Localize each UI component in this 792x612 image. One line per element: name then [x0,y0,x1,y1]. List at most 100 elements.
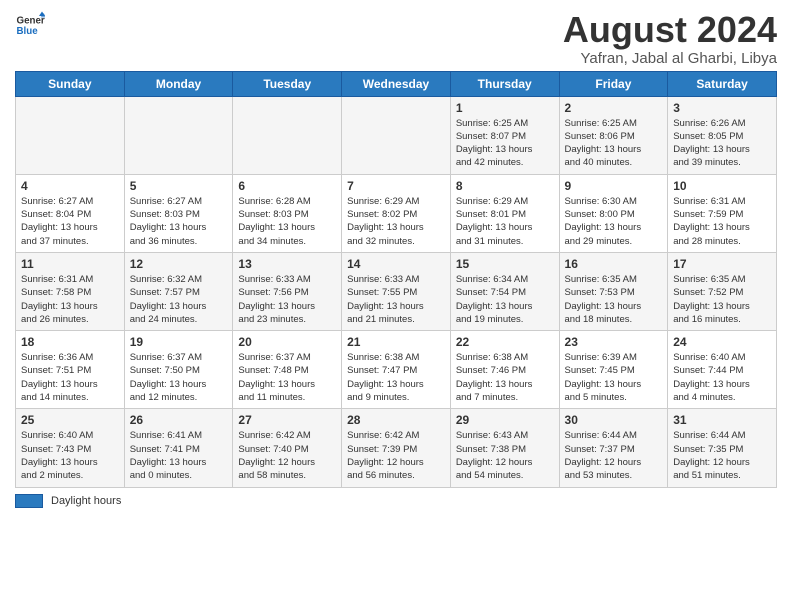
calendar-cell: 26 Sunrise: 6:41 AM Sunset: 7:41 PM Dayli… [124,409,233,487]
calendar-cell: 2 Sunrise: 6:25 AM Sunset: 8:06 PM Daylig… [559,96,668,174]
day-detail: Sunrise: 6:42 AM Sunset: 7:39 PM Dayligh… [347,429,445,482]
calendar-cell: 9 Sunrise: 6:30 AM Sunset: 8:00 PM Daylig… [559,174,668,252]
calendar-cell: 24Sunrise: 6:40 AM Sunset: 7:44 PM Dayli… [668,331,777,409]
calendar-cell: 6 Sunrise: 6:28 AM Sunset: 8:03 PM Daylig… [233,174,342,252]
day-detail: Sunrise: 6:38 AM Sunset: 7:47 PM Dayligh… [347,351,445,404]
day-number: 13 [238,257,336,271]
col-thursday: Thursday [450,71,559,96]
day-detail: Sunrise: 6:35 AM Sunset: 7:52 PM Dayligh… [673,273,771,326]
day-number: 2 [565,101,663,115]
day-number: 21 [347,335,445,349]
footer-label: Daylight hours [51,495,121,507]
main-title: August 2024 [563,10,777,50]
day-detail: Sunrise: 6:25 AM Sunset: 8:07 PM Dayligh… [456,117,554,170]
calendar-cell: 29Sunrise: 6:43 AM Sunset: 7:38 PM Dayli… [450,409,559,487]
calendar-cell: 25Sunrise: 6:40 AM Sunset: 7:43 PM Dayli… [16,409,125,487]
calendar-cell: 13 Sunrise: 6:33 AM Sunset: 7:56 PM Dayli… [233,252,342,330]
calendar-cell: 27Sunrise: 6:42 AM Sunset: 7:40 PM Dayli… [233,409,342,487]
day-number: 22 [456,335,554,349]
day-number: 19 [130,335,228,349]
day-detail: Sunrise: 6:27 AM Sunset: 8:03 PM Dayligh… [130,195,228,248]
page: General Blue August 2024 Yafran, Jabal a… [0,0,792,612]
calendar-week-3: 11Sunrise: 6:31 AM Sunset: 7:58 PM Dayli… [16,252,777,330]
calendar-cell: 10 Sunrise: 6:31 AM Sunset: 7:59 PM Dayli… [668,174,777,252]
calendar-week-1: 1 Sunrise: 6:25 AM Sunset: 8:07 PM Daylig… [16,96,777,174]
day-number: 23 [565,335,663,349]
header-row: Sunday Monday Tuesday Wednesday Thursday… [16,71,777,96]
col-wednesday: Wednesday [342,71,451,96]
calendar-cell: 31 Sunrise: 6:44 AM Sunset: 7:35 PM Dayli… [668,409,777,487]
calendar-week-4: 18Sunrise: 6:36 AM Sunset: 7:51 PM Dayli… [16,331,777,409]
day-number: 15 [456,257,554,271]
day-number: 10 [673,179,771,193]
day-detail: Sunrise: 6:33 AM Sunset: 7:55 PM Dayligh… [347,273,445,326]
day-number: 20 [238,335,336,349]
day-detail: Sunrise: 6:33 AM Sunset: 7:56 PM Dayligh… [238,273,336,326]
footer: Daylight hours [15,494,777,508]
day-detail: Sunrise: 6:29 AM Sunset: 8:02 PM Dayligh… [347,195,445,248]
calendar-cell: 11Sunrise: 6:31 AM Sunset: 7:58 PM Dayli… [16,252,125,330]
calendar-cell [16,96,125,174]
day-number: 28 [347,413,445,427]
day-detail: Sunrise: 6:40 AM Sunset: 7:43 PM Dayligh… [21,429,119,482]
daylight-swatch [15,494,43,508]
day-detail: Sunrise: 6:28 AM Sunset: 8:03 PM Dayligh… [238,195,336,248]
calendar-cell: 15 Sunrise: 6:34 AM Sunset: 7:54 PM Dayli… [450,252,559,330]
day-detail: Sunrise: 6:31 AM Sunset: 7:59 PM Dayligh… [673,195,771,248]
calendar-cell: 5 Sunrise: 6:27 AM Sunset: 8:03 PM Daylig… [124,174,233,252]
day-number: 3 [673,101,771,115]
logo-icon: General Blue [15,10,45,40]
calendar-cell: 3Sunrise: 6:26 AM Sunset: 8:05 PM Daylig… [668,96,777,174]
calendar-cell: 1 Sunrise: 6:25 AM Sunset: 8:07 PM Daylig… [450,96,559,174]
day-number: 5 [130,179,228,193]
calendar-cell: 22 Sunrise: 6:38 AM Sunset: 7:46 PM Dayli… [450,331,559,409]
calendar-cell [342,96,451,174]
day-detail: Sunrise: 6:34 AM Sunset: 7:54 PM Dayligh… [456,273,554,326]
calendar-week-5: 25Sunrise: 6:40 AM Sunset: 7:43 PM Dayli… [16,409,777,487]
calendar-week-2: 4Sunrise: 6:27 AM Sunset: 8:04 PM Daylig… [16,174,777,252]
calendar-cell: 16Sunrise: 6:35 AM Sunset: 7:53 PM Dayli… [559,252,668,330]
title-block: August 2024 Yafran, Jabal al Gharbi, Lib… [563,10,777,67]
calendar-cell: 21 Sunrise: 6:38 AM Sunset: 7:47 PM Dayli… [342,331,451,409]
day-number: 6 [238,179,336,193]
day-number: 18 [21,335,119,349]
header: General Blue August 2024 Yafran, Jabal a… [15,10,777,67]
day-number: 7 [347,179,445,193]
day-detail: Sunrise: 6:40 AM Sunset: 7:44 PM Dayligh… [673,351,771,404]
calendar-cell: 8 Sunrise: 6:29 AM Sunset: 8:01 PM Daylig… [450,174,559,252]
day-number: 12 [130,257,228,271]
col-friday: Friday [559,71,668,96]
day-number: 16 [565,257,663,271]
day-number: 14 [347,257,445,271]
calendar-cell: 14 Sunrise: 6:33 AM Sunset: 7:55 PM Dayli… [342,252,451,330]
calendar-cell: 7 Sunrise: 6:29 AM Sunset: 8:02 PM Daylig… [342,174,451,252]
day-number: 11 [21,257,119,271]
day-number: 29 [456,413,554,427]
day-detail: Sunrise: 6:38 AM Sunset: 7:46 PM Dayligh… [456,351,554,404]
day-detail: Sunrise: 6:39 AM Sunset: 7:45 PM Dayligh… [565,351,663,404]
day-detail: Sunrise: 6:44 AM Sunset: 7:37 PM Dayligh… [565,429,663,482]
day-detail: Sunrise: 6:25 AM Sunset: 8:06 PM Dayligh… [565,117,663,170]
day-number: 30 [565,413,663,427]
day-number: 8 [456,179,554,193]
calendar-table: Sunday Monday Tuesday Wednesday Thursday… [15,71,777,488]
day-detail: Sunrise: 6:29 AM Sunset: 8:01 PM Dayligh… [456,195,554,248]
day-detail: Sunrise: 6:37 AM Sunset: 7:50 PM Dayligh… [130,351,228,404]
day-number: 1 [456,101,554,115]
svg-text:Blue: Blue [17,26,39,37]
calendar-cell: 20 Sunrise: 6:37 AM Sunset: 7:48 PM Dayli… [233,331,342,409]
day-detail: Sunrise: 6:44 AM Sunset: 7:35 PM Dayligh… [673,429,771,482]
day-detail: Sunrise: 6:37 AM Sunset: 7:48 PM Dayligh… [238,351,336,404]
calendar-cell: 17Sunrise: 6:35 AM Sunset: 7:52 PM Dayli… [668,252,777,330]
day-detail: Sunrise: 6:32 AM Sunset: 7:57 PM Dayligh… [130,273,228,326]
calendar-cell: 12 Sunrise: 6:32 AM Sunset: 7:57 PM Dayli… [124,252,233,330]
calendar-cell: 30 Sunrise: 6:44 AM Sunset: 7:37 PM Dayli… [559,409,668,487]
day-detail: Sunrise: 6:30 AM Sunset: 8:00 PM Dayligh… [565,195,663,248]
col-tuesday: Tuesday [233,71,342,96]
calendar-cell [124,96,233,174]
day-detail: Sunrise: 6:41 AM Sunset: 7:41 PM Dayligh… [130,429,228,482]
day-number: 31 [673,413,771,427]
day-number: 9 [565,179,663,193]
calendar-cell: 28 Sunrise: 6:42 AM Sunset: 7:39 PM Dayli… [342,409,451,487]
day-number: 26 [130,413,228,427]
